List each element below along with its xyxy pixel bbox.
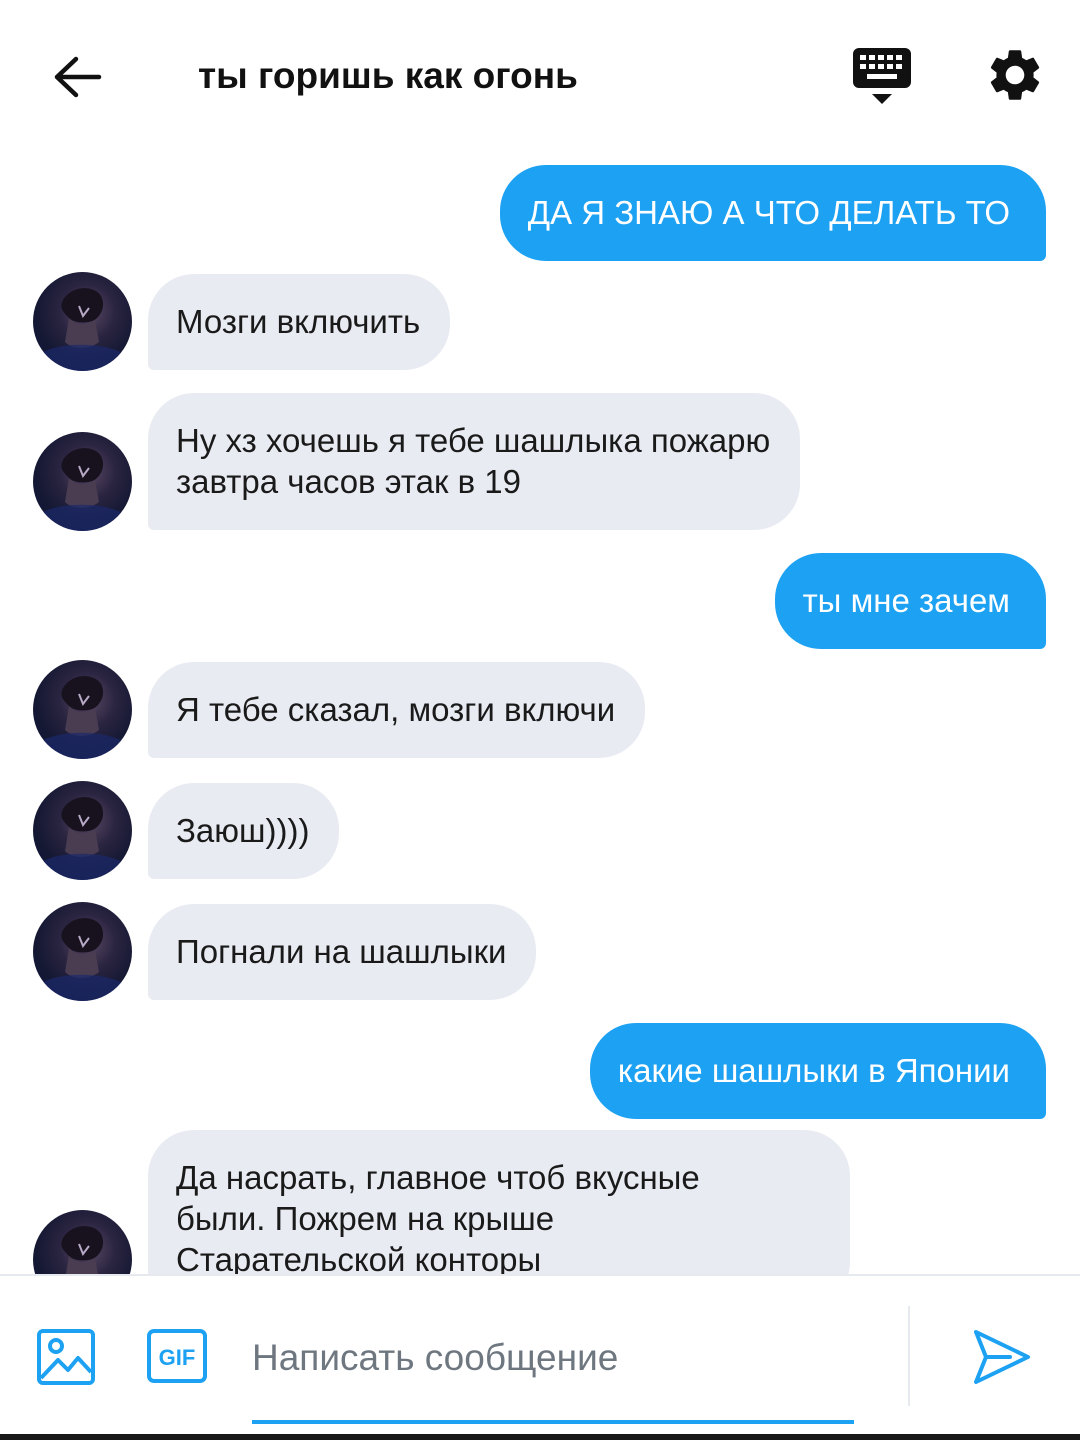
message-bubble-incoming[interactable]: Заюш)))) — [148, 783, 340, 879]
attach-image-button[interactable] — [36, 1328, 96, 1386]
bottom-edge — [0, 1434, 1080, 1440]
gear-icon — [990, 50, 1040, 100]
message-bubble-outgoing[interactable]: какие шашлыки в Японии — [589, 1023, 1046, 1119]
avatar[interactable] — [33, 781, 132, 880]
message-composer: GIF — [0, 1274, 1080, 1440]
message-input[interactable] — [252, 1330, 854, 1386]
keyboard-button[interactable] — [850, 46, 914, 108]
chat-header: ты горишь как огонь — [0, 0, 1080, 150]
avatar[interactable] — [33, 1210, 132, 1274]
message-bubble-incoming[interactable]: Погнали на шашлыки — [148, 904, 537, 1000]
message-bubble-incoming[interactable]: Мозги включить — [148, 274, 451, 370]
message-bubble-outgoing[interactable]: ДА Я ЗНАЮ А ЧТО ДЕЛАТЬ ТО — [499, 165, 1046, 261]
send-button[interactable] — [970, 1326, 1034, 1388]
message-bubble-incoming[interactable]: Ну хз хочешь я тебе шашлыка пожарю завтр… — [148, 393, 801, 530]
send-icon — [974, 1330, 1030, 1384]
gif-icon: GIF — [147, 1329, 207, 1383]
message-list[interactable]: ДА Я ЗНАЮ А ЧТО ДЕЛАТЬ ТО Мозги включить… — [0, 150, 1080, 1274]
input-underline — [252, 1420, 854, 1424]
message-bubble-outgoing[interactable]: ты мне зачем — [774, 553, 1046, 649]
divider — [908, 1306, 910, 1406]
arrow-left-icon — [54, 56, 102, 98]
avatar[interactable] — [33, 660, 132, 759]
message-bubble-incoming[interactable]: Я тебе сказал, мозги включи — [148, 662, 646, 758]
gif-label: GIF — [159, 1345, 196, 1370]
settings-button[interactable] — [984, 44, 1046, 106]
keyboard-icon — [853, 48, 911, 104]
gif-button[interactable]: GIF — [146, 1328, 208, 1384]
chat-title: ты горишь как огонь — [198, 55, 578, 96]
image-icon — [37, 1329, 95, 1385]
chat-screen: ты горишь как огонь ДА Я ЗНАЮ А ЧТО ДЕЛА… — [0, 0, 1080, 1440]
avatar[interactable] — [33, 432, 132, 531]
message-bubble-incoming[interactable]: Да насрать, главное чтоб вкусные были. П… — [148, 1130, 850, 1274]
avatar[interactable] — [33, 902, 132, 1001]
back-button[interactable] — [48, 48, 106, 106]
avatar[interactable] — [33, 272, 132, 371]
